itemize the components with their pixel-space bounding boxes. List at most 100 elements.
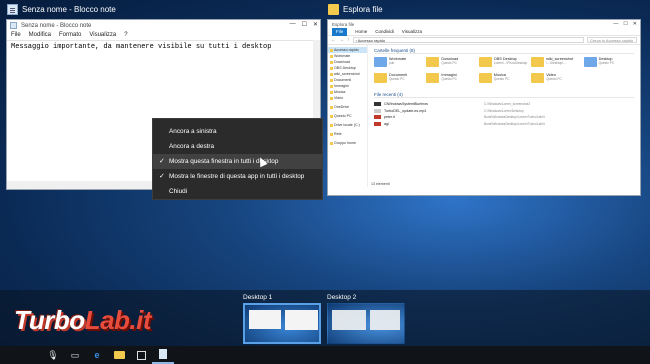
- folder-tile[interactable]: Immagini Questo PC: [426, 73, 476, 83]
- recent-files-header[interactable]: File recenti (4): [374, 91, 634, 98]
- menu-file[interactable]: File: [11, 32, 21, 39]
- menu-item-label: Ancora a sinistra: [169, 128, 217, 135]
- notepad-menubar: File Modifica Formato Visualizza ?: [7, 31, 320, 40]
- edge-browser-icon[interactable]: e: [86, 346, 108, 364]
- notepad-icon: [10, 22, 17, 29]
- check-icon: ✓: [159, 173, 165, 180]
- folder-icon: [478, 57, 492, 67]
- documents-folder-icon: [374, 73, 387, 83]
- explorer-content: Cartelle frequenti (8) Workmate pub Downl…: [368, 45, 640, 187]
- nav-item-rete[interactable]: Rete: [328, 131, 367, 137]
- file-icon: [374, 115, 381, 120]
- navigation-pane: Accesso rapido Workmate Download OBS Des…: [328, 45, 368, 187]
- notepad-titlebar: Senza nome - Blocco note — ☐ ✕: [7, 20, 320, 31]
- explorer-body: Accesso rapido Workmate Download OBS Des…: [328, 45, 640, 187]
- logo-text-left: Turbo: [14, 305, 85, 335]
- notepad-window-label[interactable]: Senza nome - Blocco note: [7, 4, 116, 15]
- video-folder-icon: [531, 73, 545, 83]
- desktop-1-thumbnail[interactable]: Desktop 1: [243, 293, 321, 344]
- menu-visualizza[interactable]: Visualizza: [89, 32, 116, 39]
- explorer-ribbon: File Home Condividi Visualizza: [328, 27, 640, 36]
- search-input[interactable]: Cerca in Accesso rapido: [587, 37, 637, 43]
- check-icon: ✓: [159, 158, 165, 165]
- explorer-window-label[interactable]: Esplora file: [328, 4, 383, 15]
- menu-modifica[interactable]: Modifica: [29, 32, 51, 39]
- folder-tile[interactable]: Workmate pub: [374, 57, 424, 67]
- store-icon[interactable]: [130, 346, 152, 364]
- microphone-icon[interactable]: 🎙: [42, 346, 64, 364]
- pictures-folder-icon: [426, 73, 440, 83]
- folder-tile[interactable]: Musica Questo PC: [478, 73, 529, 83]
- explorer-titlebar: Esplora file — ☐ ✕: [328, 20, 640, 28]
- file-icon: [374, 108, 381, 113]
- menu-item-show-window-all-desktops[interactable]: ✓ Mostra questa finestra in tutti i desk…: [153, 154, 322, 169]
- address-bar[interactable]: › Accesso rapido: [352, 37, 584, 43]
- file-icon: [374, 121, 381, 126]
- menu-item-snap-right[interactable]: Ancora a destra: [153, 139, 322, 154]
- folder-icon: [374, 57, 387, 67]
- folder-tile[interactable]: Desktop Questo PC: [583, 57, 634, 67]
- desktop-preview[interactable]: [243, 303, 321, 344]
- menu-item-label: Mostra le finestre di questa app in tutt…: [169, 173, 305, 180]
- window-controls: — ☐ ✕: [613, 21, 637, 27]
- folder-tile[interactable]: Video Questo PC: [531, 73, 581, 83]
- frequent-folders-header[interactable]: Cartelle frequenti (8): [374, 47, 634, 54]
- list-item[interactable]: agi Burst\WindowsDesktop\Lorem\Turbo\Lab\…: [374, 121, 634, 128]
- folder-tile[interactable]: Documenti Questo PC: [374, 73, 424, 83]
- folder-tile[interactable]: wiki_screenshot \...\Desktop\...: [531, 57, 581, 67]
- notepad-label-text: Senza nome - Blocco note: [22, 5, 116, 14]
- maximize-icon[interactable]: ☐: [623, 21, 627, 27]
- folder-icon: [328, 4, 339, 15]
- back-icon[interactable]: ←: [331, 37, 336, 43]
- up-icon[interactable]: ↑: [347, 37, 350, 43]
- notepad-title: Senza nome - Blocco note: [21, 22, 92, 29]
- logo-text-right: Lab.it: [84, 305, 152, 335]
- window-controls: — ☐ ✕: [290, 21, 318, 28]
- task-view-icon[interactable]: ▭: [64, 346, 86, 364]
- file-icon: [374, 102, 381, 107]
- address-row: ← → ↑ › Accesso rapido Cerca in Accesso …: [328, 36, 640, 45]
- ribbon-tab-home[interactable]: Home: [355, 29, 367, 34]
- file-explorer-icon[interactable]: [108, 346, 130, 364]
- forward-icon[interactable]: →: [339, 37, 344, 43]
- nav-item-drive-c[interactable]: Drive locale (C:): [328, 122, 367, 128]
- window-context-menu: Ancora a sinistra Ancora a destra ✓ Most…: [152, 118, 323, 200]
- menu-item-snap-left[interactable]: Ancora a sinistra: [153, 124, 322, 139]
- taskbar: 🎙 ▭ e: [0, 346, 650, 364]
- menu-help[interactable]: ?: [124, 32, 127, 39]
- ribbon-tab-visualizza[interactable]: Visualizza: [402, 29, 422, 34]
- menu-item-close[interactable]: Chiudi: [153, 184, 322, 199]
- maximize-icon[interactable]: ☐: [302, 21, 307, 28]
- nav-item-onedrive[interactable]: OneDrive: [328, 104, 367, 110]
- menu-item-label: Chiudi: [169, 188, 188, 195]
- close-icon[interactable]: ✕: [633, 21, 637, 27]
- menu-formato[interactable]: Formato: [59, 32, 81, 39]
- ribbon-tab-file[interactable]: File: [332, 27, 348, 36]
- download-folder-icon: [426, 57, 440, 67]
- explorer-window[interactable]: Esplora file — ☐ ✕ File Home Condividi V…: [327, 19, 641, 196]
- desktop-preview[interactable]: [327, 303, 405, 344]
- music-folder-icon: [478, 73, 492, 83]
- folder-tile[interactable]: Download Questo PC: [426, 57, 476, 67]
- desktop-label: Desktop 2: [327, 294, 357, 301]
- explorer-label-text: Esplora file: [343, 5, 383, 14]
- status-bar: 13 elementi: [371, 182, 390, 186]
- explorer-title: Esplora file: [332, 21, 355, 27]
- minimize-icon[interactable]: —: [290, 21, 296, 28]
- menu-item-label: Ancora a destra: [169, 143, 215, 150]
- nav-item-gruppo-home[interactable]: Gruppo home: [328, 140, 367, 146]
- desktop-2-thumbnail[interactable]: Desktop 2: [327, 293, 405, 344]
- close-icon[interactable]: ✕: [313, 21, 318, 28]
- folder-icon: [531, 57, 545, 67]
- nav-item-video[interactable]: Video: [328, 95, 367, 101]
- menu-item-show-app-all-desktops[interactable]: ✓ Mostra le finestre di questa app in tu…: [153, 169, 322, 184]
- ribbon-tab-condividi[interactable]: Condividi: [375, 29, 394, 34]
- nav-item-questo-pc[interactable]: Questo PC: [328, 113, 367, 119]
- notepad-icon: [7, 4, 18, 15]
- notepad-taskbar-icon[interactable]: [152, 346, 174, 364]
- minimize-icon[interactable]: —: [613, 21, 618, 27]
- desktop-label: Desktop 1: [243, 294, 273, 301]
- folder-tile[interactable]: OBS Desktop Lorem\...\PhotoDesktop: [478, 57, 529, 67]
- desktop-folder-icon: [583, 57, 597, 67]
- frequent-folders-grid: Workmate pub Download Questo PC OBS Deskto…: [374, 57, 634, 83]
